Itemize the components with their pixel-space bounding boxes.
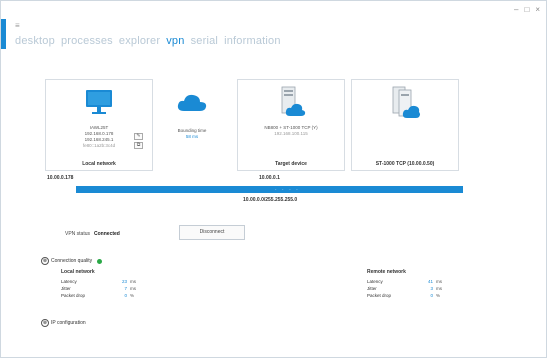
edit-icon[interactable]: ✎ — [134, 133, 143, 140]
routing-label: Bounding time — [177, 128, 207, 133]
stat-label: Jitter — [367, 285, 377, 291]
stat-value: 41 — [427, 278, 433, 284]
minimize-icon[interactable]: – — [514, 5, 518, 14]
menu-icon[interactable]: ≡ — [15, 21, 20, 30]
table-row: Latency 41 ms — [367, 278, 442, 285]
nav-serial[interactable]: serial — [191, 35, 219, 47]
app-window: ≡ – □ × desktop processes explorer vpn s… — [0, 0, 547, 358]
local-stats-title: Local network — [61, 269, 95, 275]
remote-device-card: ST-1000 TCP (10.00.0.50) — [351, 79, 459, 171]
accent-bar — [1, 19, 6, 49]
remote-device-title: ST-1000 TCP (10.00.0.50) — [375, 161, 435, 167]
remote-stats-title: Remote network — [367, 269, 406, 275]
stat-unit: ms — [436, 285, 442, 291]
cloud-icon — [167, 93, 217, 118]
maximize-icon[interactable]: □ — [524, 5, 529, 14]
local-network-card: IAWL25T 192.168.0.178 192.168.245.1 fe80… — [45, 79, 153, 171]
routing-value: 58 ms — [185, 134, 199, 139]
stat-unit: ms — [436, 278, 442, 284]
local-ip-label: 10.00.0.178 — [47, 175, 74, 181]
table-row: Jitter 3 ms — [367, 285, 442, 292]
nav-information[interactable]: information — [224, 35, 281, 47]
routing-cloud: Bounding time 58 ms — [167, 93, 217, 139]
server-cloud-icon — [276, 86, 306, 123]
local-stats: Local network Latency 23 ms Jitter 7 ms … — [61, 269, 136, 299]
stat-unit: % — [130, 292, 135, 298]
close-icon[interactable]: × — [535, 5, 540, 14]
vpn-status: VPN status Connected — [65, 231, 120, 237]
vpn-status-value: Connected — [94, 231, 120, 237]
stat-unit: ms — [130, 278, 136, 284]
server-stack-cloud-icon — [389, 86, 421, 125]
stat-label: Latency — [367, 278, 383, 284]
local-network-title: Local network — [82, 161, 116, 167]
nav-processes[interactable]: processes — [61, 35, 113, 47]
target-ip-label: 10.00.0.1 — [259, 175, 280, 181]
target-device-title: Target device — [275, 161, 307, 167]
monitor-icon — [84, 88, 114, 121]
table-row: Packet drop 0 % — [367, 292, 442, 299]
vpn-tunnel-bar — [76, 186, 463, 193]
nav-vpn[interactable]: vpn — [166, 35, 184, 47]
vpn-status-label: VPN status — [65, 231, 91, 237]
main-nav: desktop processes explorer vpn serial in… — [15, 35, 281, 47]
remote-stats: Remote network Latency 41 ms Jitter 3 ms… — [367, 269, 442, 299]
stat-value: 7 — [124, 285, 127, 291]
stat-unit: % — [436, 292, 441, 298]
tunnel-subnet: 10.00.0.0/255.255.255.0 — [243, 197, 298, 203]
local-side-buttons: ✎ ⧉ — [134, 133, 143, 149]
stat-label: Jitter — [61, 285, 71, 291]
ip-configuration-label: IP configuration — [51, 320, 86, 326]
stat-value: 0 — [124, 292, 127, 298]
stat-label: Packet drop — [367, 292, 392, 298]
stat-unit: ms — [130, 285, 136, 291]
ip-configuration-header[interactable]: ⊗ IP configuration — [41, 319, 86, 327]
target-ip-line: 192.168.100.115 — [274, 131, 308, 136]
collapse-icon[interactable]: ⊗ — [41, 319, 49, 327]
stat-value: 0 — [430, 292, 433, 298]
connection-quality-header[interactable]: ⊗ Connection quality — [41, 257, 103, 265]
target-device-card: NB800 + ST-1000 TCP (Y) 192.168.100.115 … — [237, 79, 345, 171]
nav-desktop[interactable]: desktop — [15, 35, 55, 47]
collapse-icon[interactable]: ⊗ — [41, 257, 49, 265]
table-row: Latency 23 ms — [61, 278, 136, 285]
stat-label: Packet drop — [61, 292, 86, 298]
stat-value: 23 — [121, 278, 127, 284]
window-controls: – □ × — [514, 5, 540, 14]
disconnect-button[interactable]: Disconnect — [179, 225, 245, 240]
stat-value: 3 — [430, 285, 433, 291]
connection-quality-label: Connection quality — [51, 258, 93, 264]
table-row: Packet drop 0 % — [61, 292, 136, 299]
nav-explorer[interactable]: explorer — [119, 35, 160, 47]
status-dot-icon — [97, 258, 103, 264]
stat-label: Latency — [61, 278, 77, 284]
table-row: Jitter 7 ms — [61, 285, 136, 292]
copy-icon[interactable]: ⧉ — [134, 142, 143, 149]
tunnel-dots: · · · · — [275, 187, 300, 193]
